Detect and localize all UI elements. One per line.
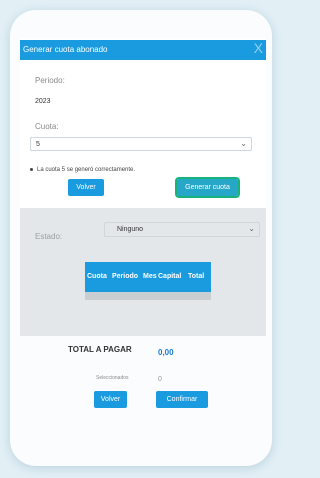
col-periodo: Periodo <box>112 273 139 280</box>
generar-cuota-button[interactable]: Generar cuota <box>175 177 240 198</box>
estado-select-value: Ninguno <box>117 226 144 233</box>
total-value: 0,00 <box>158 348 174 357</box>
confirmar-button[interactable]: Confirmar <box>156 391 208 408</box>
success-message: La cuota 5 se generó correctamente. <box>30 167 135 173</box>
detalle-table-header: Cuota Periodo Mes Capital Total <box>85 262 211 292</box>
total-label: TOTAL A PAGAR <box>68 345 132 354</box>
col-cuota: Cuota <box>87 273 107 280</box>
col-mes: Mes <box>143 273 157 280</box>
periodo-value: 2023 <box>35 98 51 105</box>
estado-select[interactable]: Ninguno ⌄ <box>104 222 260 237</box>
seleccionados-value: 0 <box>158 376 162 383</box>
volver-button-2[interactable]: Volver <box>94 391 127 408</box>
close-icon[interactable]: X <box>254 41 263 55</box>
table-row <box>85 292 211 300</box>
volver-button[interactable]: Volver <box>68 179 104 196</box>
periodo-label: Periodo: <box>35 76 65 85</box>
seleccionados-label: Seleccionados <box>96 375 129 381</box>
col-total: Total <box>188 273 205 280</box>
cuota-select-value: 5 <box>36 141 40 148</box>
cuota-select[interactable]: 5 ⌄ <box>30 137 252 151</box>
chevron-down-icon: ⌄ <box>248 224 255 233</box>
chevron-down-icon: ⌄ <box>240 139 247 148</box>
modal-title: Generar cuota abonado <box>23 45 108 54</box>
cuota-label: Cuota: <box>35 122 59 131</box>
bullet-icon <box>30 167 33 171</box>
success-message-text: La cuota 5 se generó correctamente. <box>37 167 136 173</box>
estado-label: Estado: <box>35 232 63 241</box>
col-capital: Capital <box>158 273 182 280</box>
modal-header: Generar cuota abonado X <box>20 40 266 60</box>
